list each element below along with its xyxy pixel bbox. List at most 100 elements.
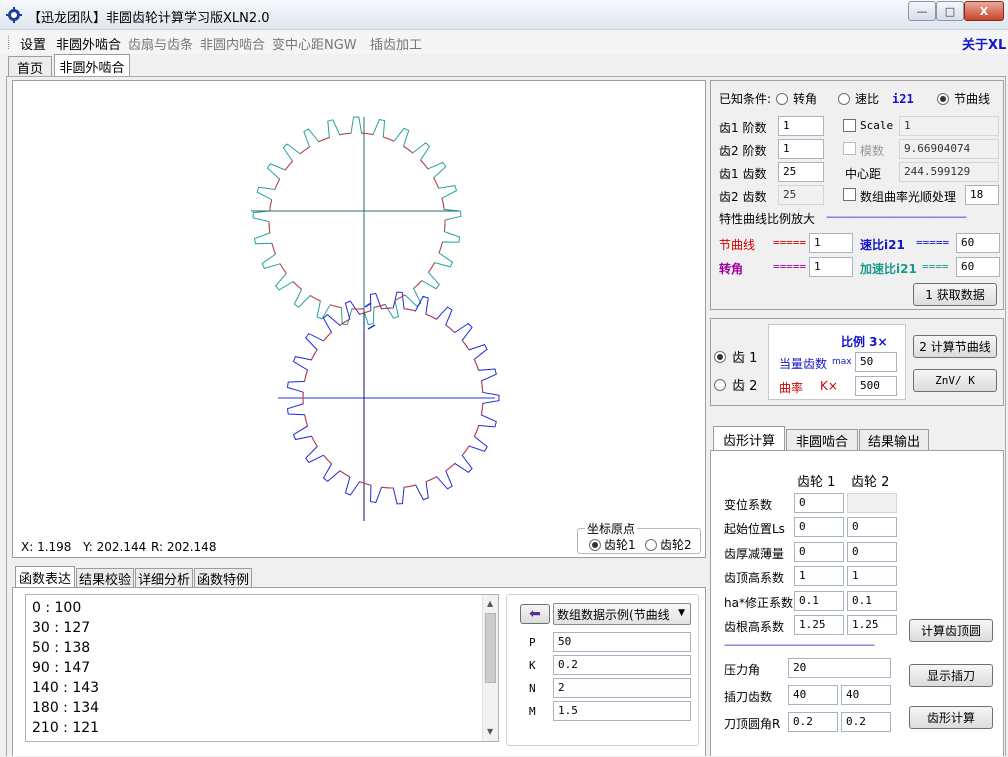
tab-noncircular-mesh[interactable]: 非圆啮合 xyxy=(786,429,858,450)
scale-checkbox[interactable] xyxy=(843,119,856,132)
angle-scale-eq: ===== xyxy=(773,260,807,273)
list-item: 90 : 147 xyxy=(32,660,91,676)
p-input[interactable]: 50 xyxy=(553,632,691,652)
speed-ratio-input[interactable]: 60 xyxy=(956,233,1000,253)
function-scrollbar[interactable]: ▲ ▼ xyxy=(482,595,498,741)
menu-about[interactable]: 关于XL xyxy=(962,34,1006,53)
gear2-root-arc xyxy=(480,380,484,393)
menu-settings[interactable]: 设置 xyxy=(20,34,46,53)
scroll-up-icon[interactable]: ▲ xyxy=(487,599,493,608)
menu-noncircular-internal[interactable]: 非圆内啮合 xyxy=(200,34,265,53)
thickness-reduction-g2-input[interactable]: 0 xyxy=(847,542,897,562)
known-angle-radio[interactable]: 转角 xyxy=(776,90,817,107)
apply-arrow-button[interactable]: ⬅ xyxy=(520,604,550,624)
tab-function-expression[interactable]: 函数表达 xyxy=(15,566,75,588)
m-input[interactable]: 1.5 xyxy=(553,701,691,721)
gear2-radio[interactable]: 齿 2 xyxy=(714,375,757,394)
gear1-root-arc xyxy=(318,137,330,143)
calc-tip-circle-button[interactable]: 计算齿顶圆 xyxy=(909,619,993,642)
module-checkbox[interactable] xyxy=(843,142,856,155)
origin-gear2-radio-dot[interactable] xyxy=(645,538,657,551)
menu-noncircular-external[interactable]: 非圆外啮合 xyxy=(56,34,121,53)
known-pitch-radio-dot[interactable] xyxy=(937,92,949,105)
title-bar: 【迅龙团队】非圆齿轮计算学习版XLN2.0 — □ X xyxy=(0,0,1008,30)
g1-order-input[interactable]: 1 xyxy=(778,116,824,136)
known-ratio-radio[interactable]: 速比 i21 xyxy=(838,90,914,107)
k-input[interactable]: 0.2 xyxy=(553,655,691,675)
coord-y: Y: 202.144 xyxy=(83,540,147,554)
show-cutter-button[interactable]: 显示插刀 xyxy=(909,664,993,687)
gear2-radio-dot[interactable] xyxy=(714,378,726,391)
tab-tooth-calc[interactable]: 齿形计算 xyxy=(713,426,785,451)
curvature-input[interactable]: 500 xyxy=(855,376,897,396)
addendum-coef-g1-input[interactable]: 1 xyxy=(794,566,844,586)
gear1-radio-dot[interactable] xyxy=(714,350,726,363)
origin-gear2-radio[interactable]: 齿轮2 xyxy=(645,536,692,553)
tooth-divider: ——————————————— xyxy=(724,638,875,651)
pressure-angle-input[interactable]: 20 xyxy=(788,658,891,678)
known-pitch-radio[interactable]: 节曲线 xyxy=(937,90,990,107)
maximize-button[interactable]: □ xyxy=(936,1,964,21)
gear1-root-arc xyxy=(420,159,429,170)
n-input[interactable]: 2 xyxy=(553,678,691,698)
get-data-button[interactable]: 1 获取数据 xyxy=(913,283,997,306)
scroll-down-icon[interactable]: ▼ xyxy=(487,727,493,736)
known-angle-radio-dot[interactable] xyxy=(776,92,788,105)
tip-radius-g1-input[interactable]: 0.2 xyxy=(788,712,838,732)
calc-pitch-curve-button[interactable]: 2 计算节曲线 xyxy=(913,335,997,358)
gear2-root-arc xyxy=(381,486,394,489)
function-textarea[interactable]: 0 : 100 30 : 127 50 : 138 90 : 147 140 :… xyxy=(25,594,499,742)
tab-detail-analysis[interactable]: 详细分析 xyxy=(135,568,193,588)
scrollbar-thumb[interactable] xyxy=(485,613,496,683)
gear1-root-arc xyxy=(309,295,321,302)
pitch-scale-eq: ===== xyxy=(773,236,807,249)
znv-k-button[interactable]: ZnV/ K xyxy=(913,369,997,392)
curvature-k-label: K× xyxy=(820,379,838,393)
start-pos-g2-input[interactable]: 0 xyxy=(847,517,897,537)
menu-gear-shaping[interactable]: 插齿加工 xyxy=(370,34,422,53)
ha-correction-g2-input[interactable]: 0.1 xyxy=(847,591,897,611)
tip-radius-g2-input[interactable]: 0.2 xyxy=(841,712,891,732)
known-ratio-radio-dot[interactable] xyxy=(838,92,850,105)
equiv-teeth-input[interactable]: 50 xyxy=(855,352,897,372)
cutter-teeth-g2-input[interactable]: 40 xyxy=(841,685,891,705)
ha-correction-g1-input[interactable]: 0.1 xyxy=(794,591,844,611)
tab-noncircular-external[interactable]: 非圆外啮合 xyxy=(54,54,130,77)
gear2-root-arc xyxy=(381,307,394,310)
gear-canvas[interactable]: X: 1.198 Y: 202.144 R: 202.148 坐标原点 齿轮1 … xyxy=(12,80,706,558)
gear2-root-arc xyxy=(425,313,437,320)
tab-function-special[interactable]: 函数特例 xyxy=(194,568,252,588)
tooth-calc-button[interactable]: 齿形计算 xyxy=(909,706,993,729)
menu-sector-rack[interactable]: 齿扇与齿条 xyxy=(128,34,193,53)
g2-order-input[interactable]: 1 xyxy=(778,139,824,159)
equiv-teeth-label: 当量齿数 xyxy=(779,357,828,371)
origin-gear1-radio-dot[interactable] xyxy=(589,538,601,551)
tab-result-check[interactable]: 结果校验 xyxy=(76,568,134,588)
thickness-reduction-g1-input[interactable]: 0 xyxy=(794,542,844,562)
dedendum-coef-g2-input[interactable]: 1.25 xyxy=(847,615,897,635)
origin-gear1-radio[interactable]: 齿轮1 xyxy=(589,536,636,553)
tab-result-output[interactable]: 结果输出 xyxy=(859,429,929,450)
g1-teeth-input[interactable]: 25 xyxy=(778,162,824,182)
minimize-button[interactable]: — xyxy=(908,1,936,21)
known-label: 已知条件: xyxy=(719,92,772,106)
smooth-input[interactable]: 18 xyxy=(965,185,999,205)
example-select[interactable]: 数组数据示例(节曲线 ▼ xyxy=(553,603,691,625)
addendum-coef-g2-input[interactable]: 1 xyxy=(847,566,897,586)
smooth-label: 数组曲率光顺处理 xyxy=(860,190,957,204)
accel-ratio-input[interactable]: 60 xyxy=(956,257,1000,277)
cutter-teeth-g1-input[interactable]: 40 xyxy=(788,685,838,705)
pitch-scale-input[interactable]: 1 xyxy=(809,233,853,253)
dedendum-coef-g1-input[interactable]: 1.25 xyxy=(794,615,844,635)
start-pos-g1-input[interactable]: 0 xyxy=(794,517,844,537)
menu-ngw[interactable]: 变中心距NGW xyxy=(272,34,357,53)
shift-coef-g1-input[interactable]: 0 xyxy=(794,493,844,513)
gear2-root-arc xyxy=(404,484,416,488)
gear1-root-arc xyxy=(271,243,276,255)
angle-scale-input[interactable]: 1 xyxy=(809,257,853,277)
gear2-root-arc xyxy=(445,463,456,472)
gear1-radio[interactable]: 齿 1 xyxy=(714,347,757,366)
tab-home[interactable]: 首页 xyxy=(8,56,52,77)
close-button[interactable]: X xyxy=(964,1,1004,21)
smooth-checkbox[interactable] xyxy=(843,188,856,201)
